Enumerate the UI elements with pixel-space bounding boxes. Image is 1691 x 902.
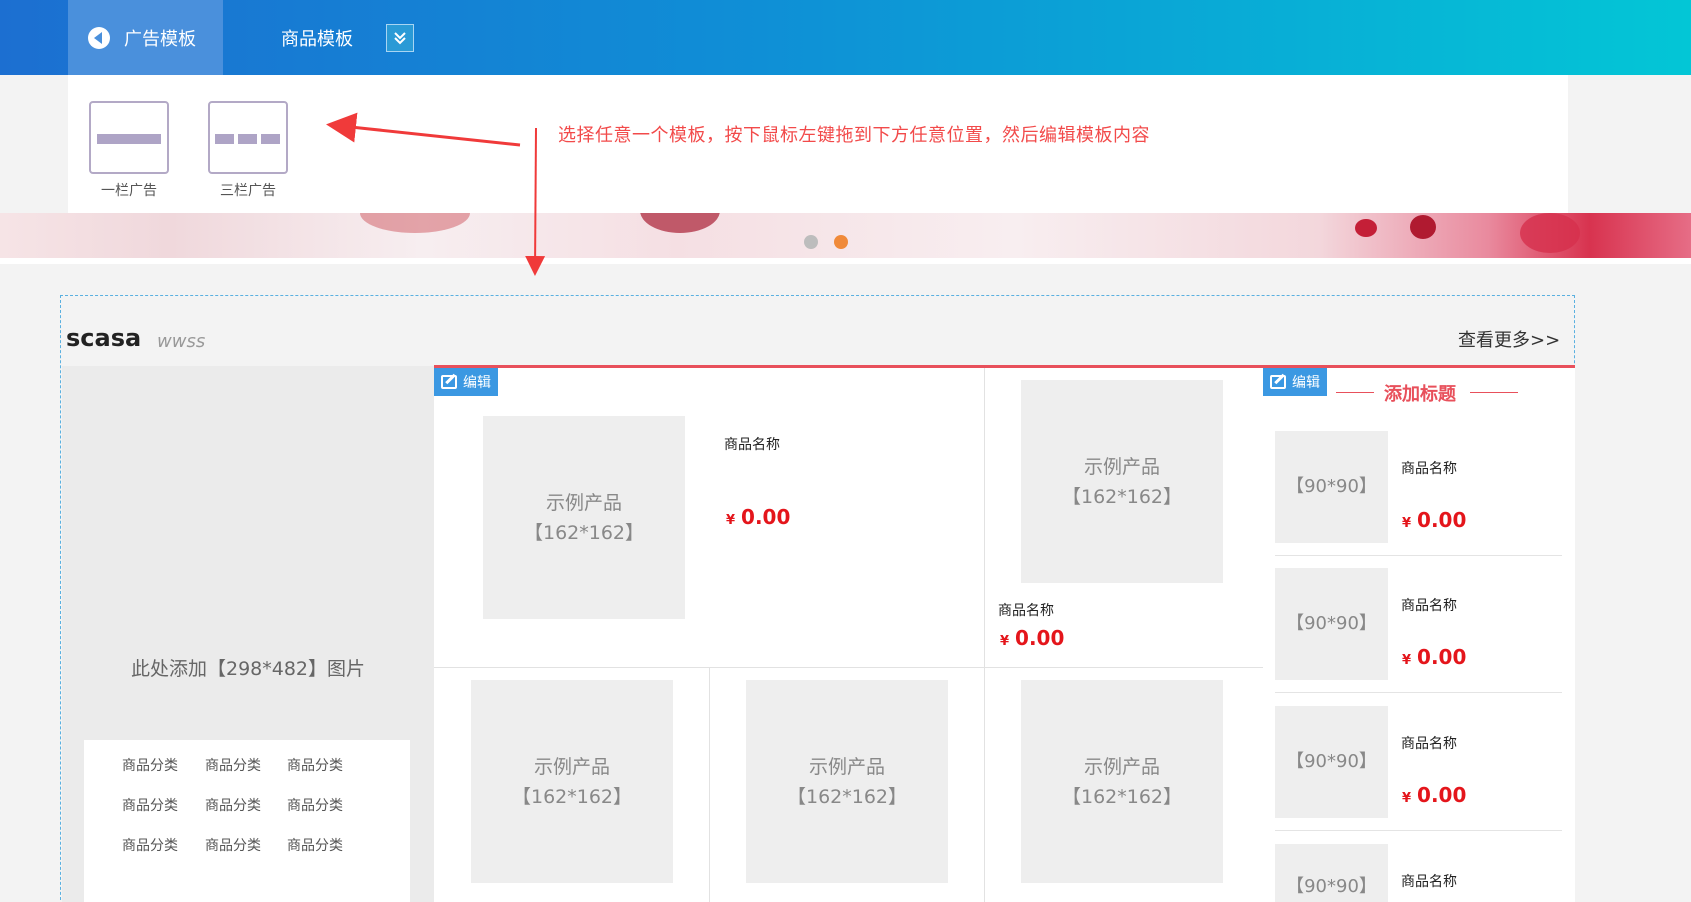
three-column-icon	[208, 101, 288, 174]
category-link[interactable]: 商品分类	[205, 835, 261, 855]
product-image[interactable]: 示例产品 【162*162】	[1021, 380, 1223, 583]
instruction-hint: 选择任意一个模板，按下鼠标左键拖到下方任意位置，然后编辑模板内容	[558, 125, 1150, 146]
product-price: ¥0.00	[1000, 626, 1065, 650]
product-image[interactable]: 示例产品 【162*162】	[746, 680, 948, 883]
side-product-price: ¥0.00	[1402, 783, 1467, 807]
side-product-image[interactable]: 【90*90】	[1275, 844, 1388, 902]
tab-ad-templates[interactable]: 广告模板	[68, 0, 223, 75]
template-three-column-ad[interactable]: 三栏广告	[208, 101, 288, 200]
product-name[interactable]: 商品名称	[998, 600, 1054, 620]
module-title[interactable]: scasa	[66, 324, 141, 352]
category-grid: 商品分类 商品分类 商品分类 商品分类 商品分类 商品分类 商品分类 商品分类 …	[84, 740, 410, 902]
category-link[interactable]: 商品分类	[122, 795, 178, 815]
template-one-column-ad[interactable]: 一栏广告	[89, 101, 169, 200]
featured-product-name[interactable]: 商品名称	[724, 434, 780, 454]
category-link[interactable]: 商品分类	[287, 795, 343, 815]
side-product-image[interactable]: 【90*90】	[1275, 431, 1388, 543]
tab-label: 商品模板	[281, 28, 353, 50]
side-product-name[interactable]: 商品名称	[1401, 733, 1457, 753]
side-product-image[interactable]: 【90*90】	[1275, 706, 1388, 818]
featured-product-image[interactable]: 示例产品 【162*162】	[483, 416, 685, 619]
banner-carousel	[0, 213, 1691, 258]
speaker-icon	[88, 26, 110, 49]
template-label: 三栏广告	[220, 183, 276, 199]
edit-icon	[1270, 375, 1286, 389]
tab-product-templates[interactable]: 商品模板	[245, 0, 353, 75]
tab-label: 广告模板	[124, 28, 196, 50]
side-product-image[interactable]: 【90*90】	[1275, 568, 1388, 680]
title-decor-line	[1336, 392, 1374, 393]
left-image-text: 此处添加【298*482】图片	[130, 658, 366, 680]
carousel-dot-2-active[interactable]	[834, 235, 848, 249]
module-subtitle[interactable]: wwss	[157, 331, 205, 352]
category-link[interactable]: 商品分类	[287, 755, 343, 775]
top-nav-bar: 广告模板 商品模板	[0, 0, 1691, 75]
side-product-price: ¥0.00	[1402, 508, 1467, 532]
edit-button[interactable]: 编辑	[434, 368, 498, 396]
one-column-icon	[89, 101, 169, 174]
side-product-name[interactable]: 商品名称	[1401, 871, 1457, 891]
template-label: 一栏广告	[101, 183, 157, 199]
carousel-dot-1[interactable]	[804, 235, 818, 249]
divider	[0, 258, 1691, 264]
chevron-double-down-icon[interactable]	[386, 24, 414, 52]
side-title[interactable]: 添加标题	[1384, 380, 1456, 406]
edit-icon	[441, 375, 457, 389]
category-link[interactable]: 商品分类	[205, 795, 261, 815]
side-product-name[interactable]: 商品名称	[1401, 595, 1457, 615]
category-link[interactable]: 商品分类	[287, 835, 343, 855]
category-link[interactable]: 商品分类	[205, 755, 261, 775]
side-product-name[interactable]: 商品名称	[1401, 458, 1457, 478]
product-image[interactable]: 示例产品 【162*162】	[471, 680, 673, 883]
featured-product-price: ¥0.00	[726, 505, 791, 529]
title-decor-line	[1470, 392, 1518, 393]
view-more-link[interactable]: 查看更多>>	[1458, 326, 1560, 352]
grid-icon	[245, 27, 267, 49]
category-link[interactable]: 商品分类	[122, 835, 178, 855]
edit-button[interactable]: 编辑	[1263, 368, 1327, 396]
side-product-price: ¥0.00	[1402, 645, 1467, 669]
category-link[interactable]: 商品分类	[122, 755, 178, 775]
product-image[interactable]: 示例产品 【162*162】	[1021, 680, 1223, 883]
